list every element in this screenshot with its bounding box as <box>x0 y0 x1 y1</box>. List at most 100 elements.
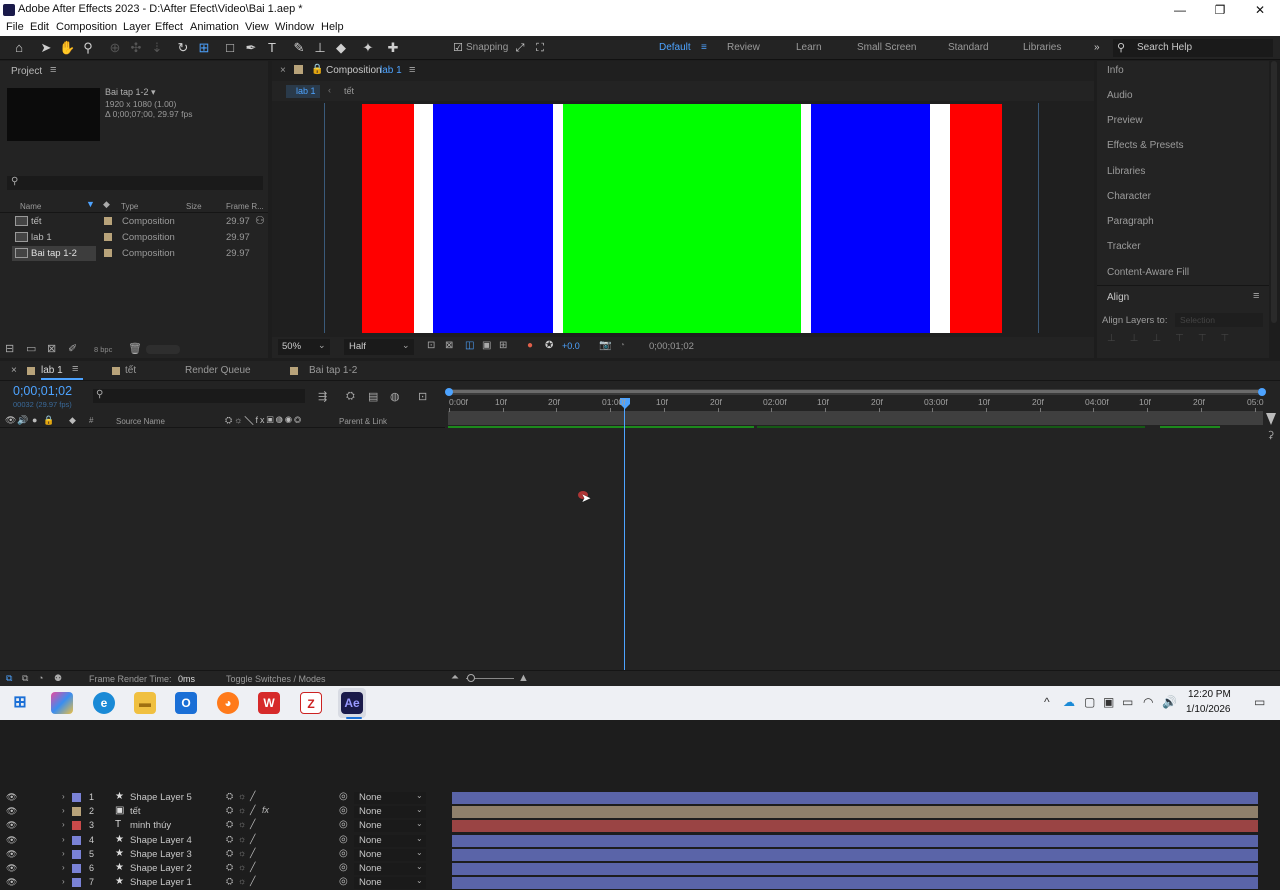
pan-camera-icon[interactable]: ✣ <box>128 40 144 56</box>
show-hidden-icons-chevron-icon[interactable]: ^ <box>1044 695 1050 709</box>
layer-name[interactable]: Shape Layer 3 <box>130 849 192 860</box>
after-effects-taskbar-icon[interactable]: Ae <box>341 692 363 714</box>
bit-depth-label[interactable]: 8 bpc <box>94 345 112 354</box>
quality-switch-icon[interactable]: ╱ <box>250 862 255 873</box>
effects-switch-icon[interactable]: fx <box>262 805 269 815</box>
anchor-point-tool-icon[interactable]: ⊞ <box>196 40 212 56</box>
fast-previews-icon[interactable]: ⊡ <box>427 340 435 351</box>
twirl-arrow-icon[interactable]: › <box>62 877 65 886</box>
zalo-icon[interactable]: Z <box>300 692 322 714</box>
adjust-settings-icon[interactable]: ✐ <box>68 342 77 355</box>
parent-select[interactable]: None ⌄ <box>354 791 426 804</box>
panel-menu-icon[interactable]: ≡ <box>409 64 415 76</box>
audio-switch-icon[interactable]: 🔊 <box>17 415 28 426</box>
snap-grid-icon[interactable]: ⛶ <box>532 40 548 56</box>
pick-whip-icon[interactable]: ◎ <box>339 862 348 873</box>
parent-select[interactable]: None ⌄ <box>354 834 426 847</box>
workspace-menu-icon[interactable]: ≡ <box>701 42 707 53</box>
snapping-checkbox-icon[interactable]: ☑ <box>450 40 466 56</box>
transfer-controls-toggle-icon[interactable]: ◔ <box>38 673 43 683</box>
hand-tool-icon[interactable]: ✋ <box>59 40 75 56</box>
comp-timecode[interactable]: 0;00;01;02 <box>649 341 694 352</box>
workspace-standard[interactable]: Standard <box>948 42 989 53</box>
parent-select[interactable]: None ⌄ <box>354 862 426 875</box>
shy-switch-icon[interactable]: ⛭ <box>226 834 233 845</box>
exposure-reset-icon[interactable]: ✪ <box>545 340 553 351</box>
roto-brush-tool-icon[interactable]: ✦ <box>360 40 376 56</box>
pick-whip-icon[interactable]: ◎ <box>339 876 348 887</box>
parent-select[interactable]: None ⌄ <box>354 848 426 861</box>
label-color-swatch[interactable] <box>104 233 112 241</box>
layer-name[interactable]: Shape Layer 1 <box>130 877 192 888</box>
mask-visibility-icon[interactable]: ◫ <box>465 340 474 351</box>
channel-rgb-icon[interactable]: ● <box>527 340 533 351</box>
solo-switch-icon[interactable]: ● <box>32 415 37 425</box>
twirl-arrow-icon[interactable]: › <box>62 792 65 801</box>
panel-libraries[interactable]: Libraries <box>1107 166 1145 177</box>
shy-switch-icon[interactable]: ⛭ <box>226 805 233 816</box>
outlook-icon[interactable]: O <box>175 692 197 714</box>
timeline-tab-render-queue[interactable]: Render Queue <box>185 365 251 376</box>
type-tool-icon[interactable]: T <box>264 40 280 56</box>
hide-shy-layers-icon[interactable]: ▤ <box>368 390 378 403</box>
layer-switches-toggle-icon[interactable]: ⧉ <box>22 673 28 684</box>
project-item[interactable]: Bai tap 1-2 Composition 29.97 <box>0 246 268 261</box>
layer-row[interactable]: 👁 › 2 ▣ tết ⛭ ☼ ╱ ◎ None ⌄ fx <box>0 805 445 819</box>
rotate-tool-icon[interactable]: ↻ <box>175 40 191 56</box>
panel-content-aware-fill[interactable]: Content-Aware Fill <box>1107 267 1189 278</box>
column-name[interactable]: Name <box>20 202 41 211</box>
menu-file[interactable]: File <box>6 21 24 33</box>
grid-guides-icon[interactable]: ⊞ <box>499 340 507 351</box>
project-panel-title[interactable]: Project <box>11 66 42 77</box>
layer-row[interactable]: 👁 › 6 ★ Shape Layer 2 ⛭ ☼ ╱ ◎ None ⌄ <box>0 862 445 876</box>
pen-tool-icon[interactable]: ✒ <box>243 40 259 56</box>
layer-name[interactable]: minh thúy <box>130 820 171 831</box>
exposure-value[interactable]: +0.0 <box>562 341 580 351</box>
show-snapshot-icon[interactable]: ◔ <box>619 340 625 351</box>
layer-label-swatch[interactable] <box>72 793 81 802</box>
eraser-tool-icon[interactable]: ◆ <box>333 40 349 56</box>
zoom-tool-icon[interactable]: ⚲ <box>80 40 96 56</box>
menu-layer[interactable]: Layer <box>123 21 151 33</box>
composition-tab-label[interactable]: Composition <box>326 65 382 76</box>
comp-marker-bin-icon[interactable]: ⚳ <box>1267 430 1274 441</box>
pick-whip-icon[interactable]: ◎ <box>339 834 348 845</box>
panel-menu-icon[interactable]: ≡ <box>50 64 56 76</box>
clone-stamp-tool-icon[interactable]: ⊥ <box>312 40 328 56</box>
frame-blending-icon[interactable]: ◍ <box>390 390 400 403</box>
source-name-header[interactable]: Source Name <box>116 417 165 426</box>
zoom-slider-thumb[interactable] <box>467 674 475 682</box>
parent-select[interactable]: None ⌄ <box>354 819 426 832</box>
rectangle-tool-icon[interactable]: □ <box>222 40 238 56</box>
quality-switch-icon[interactable]: ╱ <box>250 791 255 802</box>
label-color-swatch[interactable] <box>104 217 112 225</box>
windows-start-icon[interactable]: ⊞ <box>9 692 31 714</box>
shy-switch-icon[interactable]: ⛭ <box>226 876 233 887</box>
column-type[interactable]: Type <box>121 202 138 211</box>
workspace-small-screen[interactable]: Small Screen <box>857 42 916 53</box>
menu-effect[interactable]: Effect <box>155 21 183 33</box>
flowchart-icon[interactable]: ⚇ <box>255 214 265 227</box>
collapse-switch-icon[interactable]: ☼ <box>238 876 246 886</box>
eye-visibility-icon[interactable]: 👁 <box>6 877 17 888</box>
resolution-select[interactable]: Half ⌄ <box>344 339 414 355</box>
align-to-select[interactable]: Selection <box>1175 313 1263 327</box>
layer-row[interactable]: 👁 › 3 T minh thúy ⛭ ☼ ╱ ◎ None ⌄ <box>0 819 445 833</box>
menu-view[interactable]: View <box>245 21 269 33</box>
onedrive-icon[interactable]: ☁ <box>1063 695 1075 709</box>
pick-whip-icon[interactable]: ◎ <box>339 791 348 802</box>
graph-editor-icon[interactable]: ⊡ <box>418 390 427 403</box>
layer-label-swatch[interactable] <box>72 850 81 859</box>
playhead-line[interactable] <box>624 406 625 671</box>
shy-switch-icon[interactable]: ⛭ <box>226 819 233 830</box>
timeline-timecode[interactable]: 0;00;01;02 <box>13 384 72 398</box>
layer-row[interactable]: 👁 › 4 ★ Shape Layer 4 ⛭ ☼ ╱ ◎ None ⌄ <box>0 834 445 848</box>
more-workspaces-icon[interactable]: » <box>1094 42 1100 53</box>
snapshot-camera-icon[interactable]: 📷 <box>599 340 611 351</box>
layer-label-swatch[interactable] <box>72 807 81 816</box>
quality-switch-icon[interactable]: ╱ <box>250 848 255 859</box>
draft-3d-icon[interactable]: ⛭ <box>346 390 355 403</box>
collapse-switch-icon[interactable]: ☼ <box>238 834 246 844</box>
minimize-button[interactable]: — <box>1160 0 1200 20</box>
collapse-switch-icon[interactable]: ☼ <box>238 819 246 829</box>
